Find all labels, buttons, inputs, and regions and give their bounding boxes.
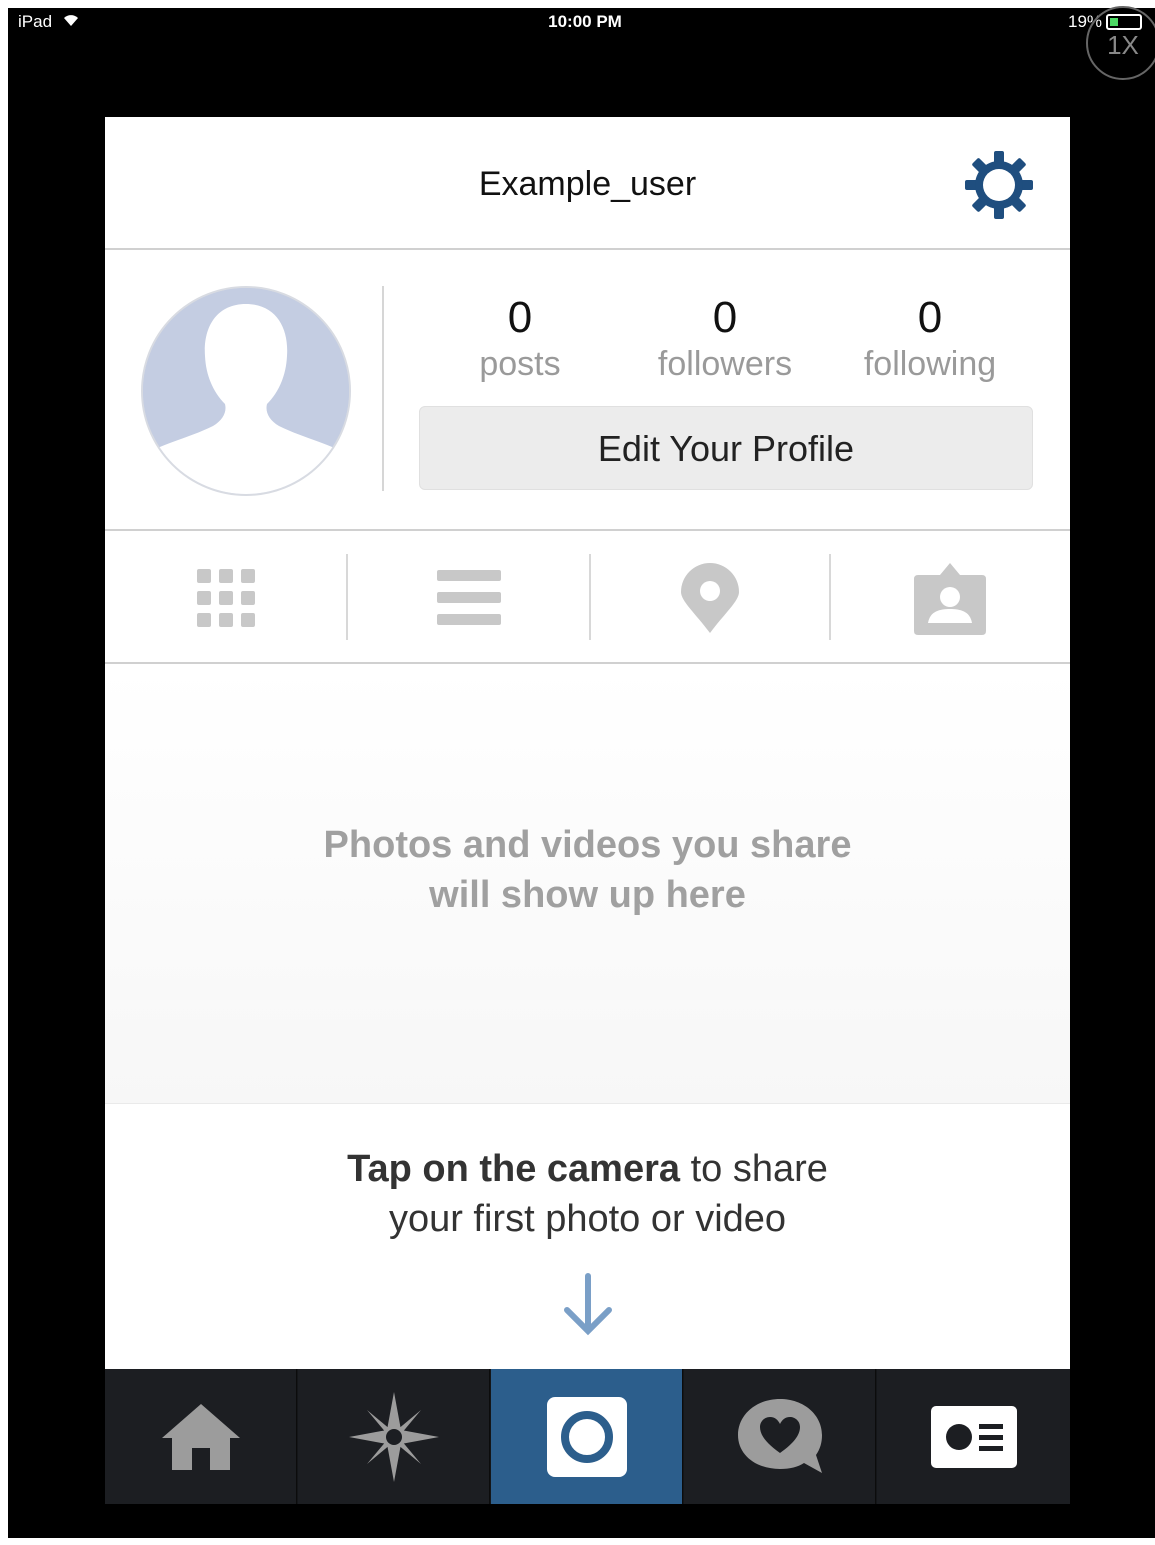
explore-icon — [348, 1391, 439, 1482]
posts-count: 0 — [507, 293, 533, 342]
tab-explore[interactable] — [298, 1369, 490, 1504]
app-screen: Example_user 0 posts 0 followers 0 follo… — [105, 117, 1070, 1504]
settings-button[interactable] — [963, 149, 1035, 221]
username-title: Example_user — [478, 165, 697, 203]
gear-icon — [965, 151, 1033, 219]
nav-bar: Example_user — [105, 117, 1070, 250]
following-count: 0 — [917, 293, 943, 342]
view-tabs — [105, 532, 1070, 664]
tab-map-view[interactable] — [589, 532, 830, 664]
profile-card-icon — [930, 1405, 1017, 1468]
edit-profile-button[interactable]: Edit Your Profile — [419, 406, 1033, 490]
tab-tagged-view[interactable] — [829, 532, 1070, 664]
list-icon — [436, 570, 501, 625]
map-pin-icon — [680, 563, 739, 633]
header-divider — [382, 286, 384, 491]
tab-activity[interactable] — [684, 1369, 876, 1504]
activity-icon — [737, 1398, 822, 1473]
arrow-down-icon — [564, 1273, 612, 1336]
camera-prompt: Tap on the camera to share your first ph… — [105, 1103, 1070, 1369]
posts-label: posts — [479, 345, 561, 383]
status-time: 10:00 PM — [548, 12, 622, 31]
followers-stat[interactable]: 0 followers — [625, 292, 825, 384]
empty-state: Photos and videos you share will show up… — [105, 666, 1070, 1103]
avatar[interactable] — [141, 286, 351, 496]
empty-state-line2: will show up here — [429, 874, 746, 916]
prompt-line2: your first photo or video — [388, 1198, 787, 1240]
prompt-rest: to share — [680, 1148, 828, 1190]
tab-grid-view[interactable] — [105, 532, 346, 664]
following-stat[interactable]: 0 following — [830, 292, 1030, 384]
tab-camera[interactable] — [491, 1369, 683, 1504]
tab-home[interactable] — [105, 1369, 297, 1504]
camera-prompt-text: Tap on the camera to share your first ph… — [105, 1144, 1070, 1244]
home-icon — [161, 1403, 240, 1470]
tab-list-view[interactable] — [348, 532, 589, 664]
empty-state-line1: Photos and videos you share — [323, 824, 852, 866]
zoom-badge[interactable]: 1X — [1086, 6, 1155, 80]
followers-count: 0 — [712, 293, 738, 342]
followers-label: followers — [657, 345, 793, 383]
following-label: following — [863, 345, 997, 383]
posts-stat[interactable]: 0 posts — [420, 292, 620, 384]
profile-header: 0 posts 0 followers 0 following Edit You… — [105, 252, 1070, 531]
camera-icon — [546, 1396, 627, 1477]
empty-state-message: Photos and videos you share will show up… — [105, 820, 1070, 920]
grid-icon — [196, 569, 255, 627]
tab-bar — [105, 1369, 1070, 1504]
prompt-bold: Tap on the camera — [347, 1148, 681, 1190]
tab-profile[interactable] — [877, 1369, 1070, 1504]
user-silhouette-icon — [141, 286, 351, 496]
tagged-user-icon — [913, 563, 986, 635]
